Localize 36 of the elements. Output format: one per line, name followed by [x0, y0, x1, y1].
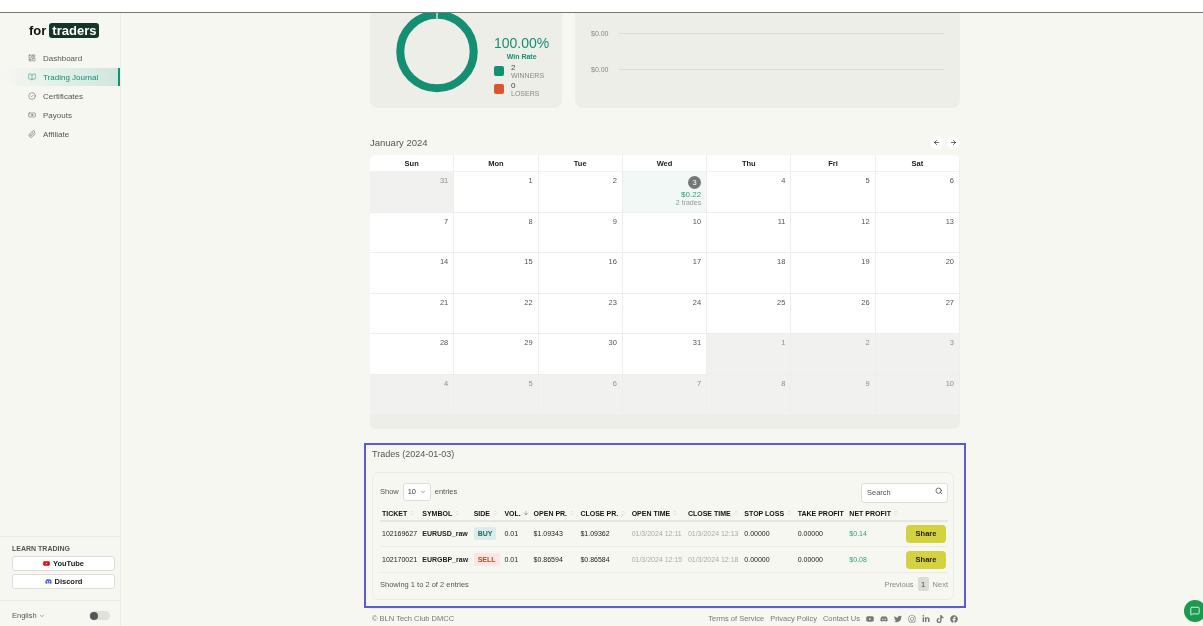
paperclip-icon	[28, 130, 36, 138]
day-profit: $0.22	[681, 190, 702, 199]
twitter-icon[interactable]	[894, 614, 902, 623]
logo: for traders	[0, 23, 120, 38]
trades-title: Trades (2024-01-03)	[372, 449, 456, 459]
calendar-title: January 2024	[370, 136, 428, 148]
next-month-button[interactable]	[947, 135, 960, 149]
book-icon	[28, 73, 36, 81]
legend-count: 2	[511, 63, 517, 72]
banknote-icon	[28, 111, 36, 119]
nav-item[interactable]: Dashboard	[0, 49, 120, 67]
chevron-down-icon	[419, 488, 426, 495]
chat-icon	[1190, 606, 1200, 616]
nav-item[interactable]: Certificates	[0, 87, 120, 105]
search-icon	[935, 487, 943, 495]
win-rate-value: 100.00%	[494, 35, 550, 51]
youtube-icon[interactable]	[866, 614, 874, 623]
chevron-down-icon	[38, 612, 45, 619]
nav-item[interactable]: Affiliate	[0, 125, 120, 143]
dashboard-icon	[28, 54, 36, 62]
chat-button[interactable]	[1184, 600, 1203, 622]
instagram-icon[interactable]	[908, 614, 916, 623]
discord-icon	[44, 578, 52, 585]
arrow-right-icon	[950, 138, 957, 146]
sort-descending-icon	[522, 510, 529, 516]
nav-item[interactable]: Payouts	[0, 106, 120, 124]
tiktok-icon[interactable]	[936, 614, 944, 623]
linkedin-icon[interactable]	[922, 614, 930, 623]
theme-toggle[interactable]	[89, 611, 110, 620]
youtube-icon	[43, 560, 50, 567]
facebook-icon[interactable]	[950, 614, 958, 623]
legend-count: 0	[511, 81, 517, 90]
arrow-left-icon	[933, 138, 940, 146]
check-circle-icon	[28, 92, 36, 100]
discord-icon[interactable]	[880, 614, 888, 623]
previous-month-button[interactable]	[930, 135, 943, 149]
